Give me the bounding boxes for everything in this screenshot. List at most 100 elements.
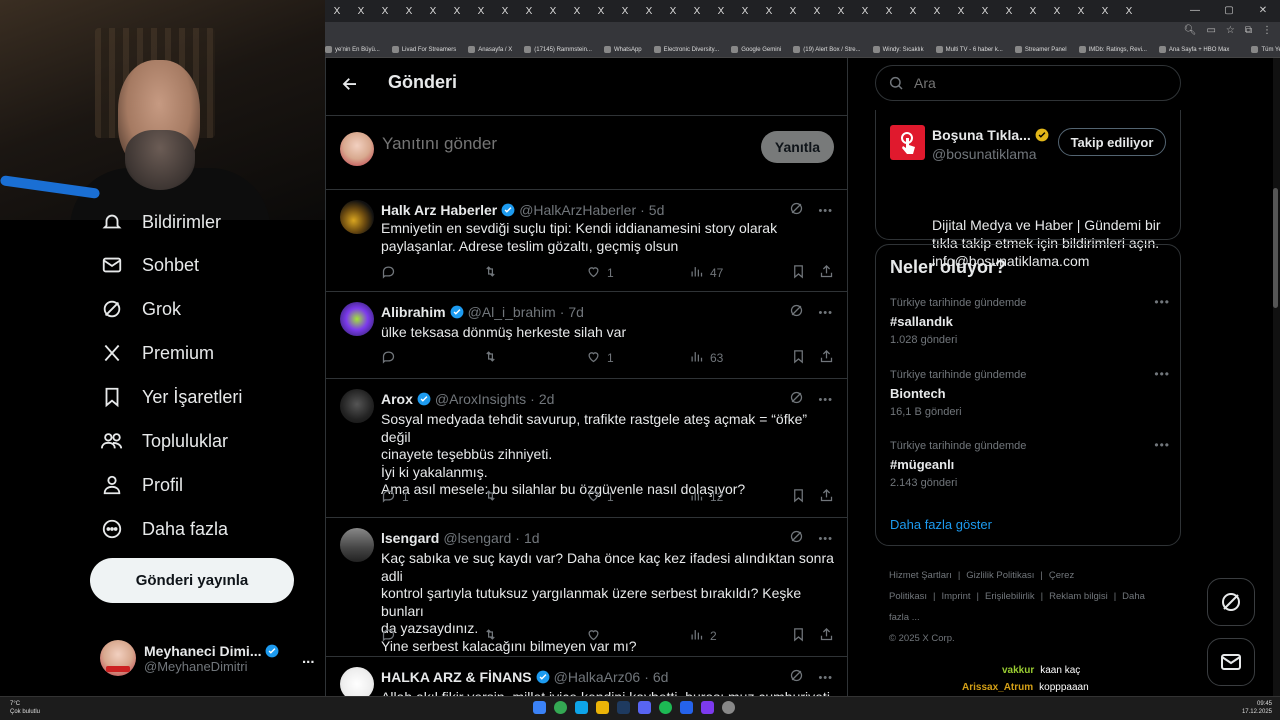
- reply-tweet[interactable]: HALKA ARZ & FİNANS @HalkaArz06·6d ••• Allah…: [326, 657, 847, 696]
- browser-tab[interactable]: X: [1045, 0, 1069, 22]
- browser-tab[interactable]: X: [469, 0, 493, 22]
- tweet-author-name[interactable]: Arox: [381, 391, 413, 407]
- account-switcher[interactable]: Meyhaneci Dimi... @MeyhaneDimitri ...: [100, 636, 315, 680]
- bookmark-item[interactable]: (17145) Rammstein...: [524, 46, 592, 53]
- reply-button[interactable]: Yanıtla: [761, 131, 834, 163]
- views-action[interactable]: 12: [689, 488, 723, 506]
- scrollbar-thumb[interactable]: [1273, 188, 1278, 308]
- browser-tab[interactable]: X: [829, 0, 853, 22]
- nav-messages[interactable]: Sohbet: [100, 250, 199, 280]
- reply-tweet[interactable]: lsengard @lsengard · 1d ••• Kaç sabıka ve suç…: [326, 518, 847, 657]
- reply-input[interactable]: [382, 134, 742, 154]
- reply-action[interactable]: [381, 264, 402, 282]
- browser-tab[interactable]: X: [661, 0, 685, 22]
- grok-icon[interactable]: [789, 201, 804, 221]
- address-bar[interactable]: 🔍︎ ▭ ☆ ⧉ ⋮: [325, 22, 1280, 42]
- edge-icon[interactable]: [575, 701, 588, 714]
- reply-tweet[interactable]: Arox @AroxInsights · 2d ••• Sosyal medyada te…: [326, 379, 847, 518]
- bookmark-item[interactable]: (19) Alert Box / Stre...: [793, 46, 861, 53]
- browser-tab[interactable]: X: [517, 0, 541, 22]
- trend-item[interactable]: Türkiye tarihinde gündemde #mügeanlı 2.1…: [890, 438, 1170, 489]
- share-action[interactable]: [819, 349, 834, 367]
- footer-link[interactable]: Gizlilik Politikası: [966, 570, 1034, 581]
- show-more-link[interactable]: Daha fazla göster: [890, 517, 992, 532]
- browser-tab[interactable]: X: [925, 0, 949, 22]
- browser-tab[interactable]: X: [1093, 0, 1117, 22]
- browser-tab[interactable]: X: [949, 0, 973, 22]
- bookmark-action[interactable]: [791, 627, 806, 645]
- reply-action[interactable]: [381, 349, 402, 367]
- more-icon[interactable]: •••: [1154, 295, 1170, 309]
- bookmark-item[interactable]: ye'nin En Büyü...: [325, 46, 380, 53]
- browser-tab[interactable]: X: [805, 0, 829, 22]
- like-action[interactable]: 1: [586, 264, 614, 282]
- repost-action[interactable]: [483, 627, 504, 645]
- repost-action[interactable]: [483, 349, 504, 367]
- avatar[interactable]: [340, 528, 374, 562]
- bookmark-item[interactable]: Anasayfa / X: [468, 46, 512, 53]
- trend-item[interactable]: Türkiye tarihinde gündemde Biontech 16,1…: [890, 367, 1170, 418]
- more-icon[interactable]: •••: [818, 672, 833, 684]
- reply-action[interactable]: [381, 627, 402, 645]
- browser-tab[interactable]: X: [973, 0, 997, 22]
- more-icon[interactable]: ...: [302, 650, 315, 667]
- browser-tab[interactable]: X: [565, 0, 589, 22]
- browser-tab[interactable]: X: [373, 0, 397, 22]
- app-icon[interactable]: [722, 701, 735, 714]
- avatar[interactable]: [340, 302, 374, 336]
- back-arrow-icon[interactable]: [338, 72, 362, 96]
- browser-tab[interactable]: X: [1021, 0, 1045, 22]
- avatar[interactable]: [340, 200, 374, 234]
- footer-link[interactable]: Hizmet Şartları: [889, 570, 952, 581]
- more-icon[interactable]: •••: [818, 307, 833, 319]
- grok-icon[interactable]: [789, 303, 804, 323]
- nav-grok[interactable]: Grok: [100, 294, 181, 324]
- browser-tab[interactable]: X: [325, 0, 349, 22]
- views-action[interactable]: 2: [689, 627, 717, 645]
- avatar[interactable]: [340, 667, 374, 696]
- bookmark-item[interactable]: Streamer Panel: [1014, 46, 1067, 53]
- like-action[interactable]: 1: [586, 349, 614, 367]
- discord-icon[interactable]: [638, 701, 651, 714]
- nav-more[interactable]: Daha fazla: [100, 514, 228, 544]
- extensions-icon[interactable]: ⧉: [1245, 25, 1252, 36]
- browser-tab[interactable]: X: [781, 0, 805, 22]
- more-icon[interactable]: •••: [1154, 367, 1170, 381]
- tweet-time[interactable]: 6d: [653, 669, 669, 685]
- tweet-author-name[interactable]: HALKA ARZ & FİNANS: [381, 669, 532, 685]
- repost-action[interactable]: [483, 264, 504, 282]
- search-input[interactable]: [914, 75, 1154, 91]
- obs-icon[interactable]: [701, 701, 714, 714]
- reply-action[interactable]: 1: [381, 488, 409, 506]
- footer-link[interactable]: Imprint: [941, 591, 970, 602]
- following-button[interactable]: Takip ediliyor: [1058, 128, 1166, 156]
- clock[interactable]: 09:45 17.12.2025: [1242, 700, 1272, 716]
- weather-widget[interactable]: 7°C Çok bulutlu: [10, 700, 40, 716]
- browser-tab[interactable]: X: [1117, 0, 1141, 22]
- browser-tab[interactable]: X: [493, 0, 517, 22]
- spotify-icon[interactable]: [659, 701, 672, 714]
- more-icon[interactable]: •••: [818, 394, 833, 406]
- browser-tab[interactable]: X: [637, 0, 661, 22]
- reply-tweet[interactable]: Halk Arz Haberler @HalkArzHaberler · 5d ••• E…: [326, 190, 847, 292]
- tweet-time[interactable]: 1d: [524, 530, 540, 546]
- footer-link[interactable]: Reklam bilgisi: [1049, 591, 1108, 602]
- bookmark-item[interactable]: Google Gemini: [731, 46, 781, 53]
- bookmark-item[interactable]: WhatsApp: [603, 46, 642, 53]
- star-icon[interactable]: ☆: [1226, 25, 1235, 36]
- nav-premium[interactable]: Premium: [100, 338, 214, 368]
- menu-icon[interactable]: ⋮: [1262, 25, 1272, 36]
- grok-fab[interactable]: [1207, 578, 1255, 626]
- bookmark-action[interactable]: [791, 349, 806, 367]
- footer-link[interactable]: © 2025 X Corp.: [889, 633, 955, 644]
- browser-tab[interactable]: X: [877, 0, 901, 22]
- browser-tab[interactable]: X: [541, 0, 565, 22]
- browser-tab[interactable]: X: [901, 0, 925, 22]
- app-icon[interactable]: [680, 701, 693, 714]
- bookmark-item[interactable]: Livad For Streamers: [391, 46, 456, 53]
- like-action[interactable]: [586, 627, 607, 645]
- bookmark-item[interactable]: Tüm Yer İşaretleri: [1251, 46, 1280, 53]
- avatar[interactable]: [340, 389, 374, 423]
- tweet-time[interactable]: 7d: [568, 304, 584, 320]
- grok-icon[interactable]: [789, 390, 804, 410]
